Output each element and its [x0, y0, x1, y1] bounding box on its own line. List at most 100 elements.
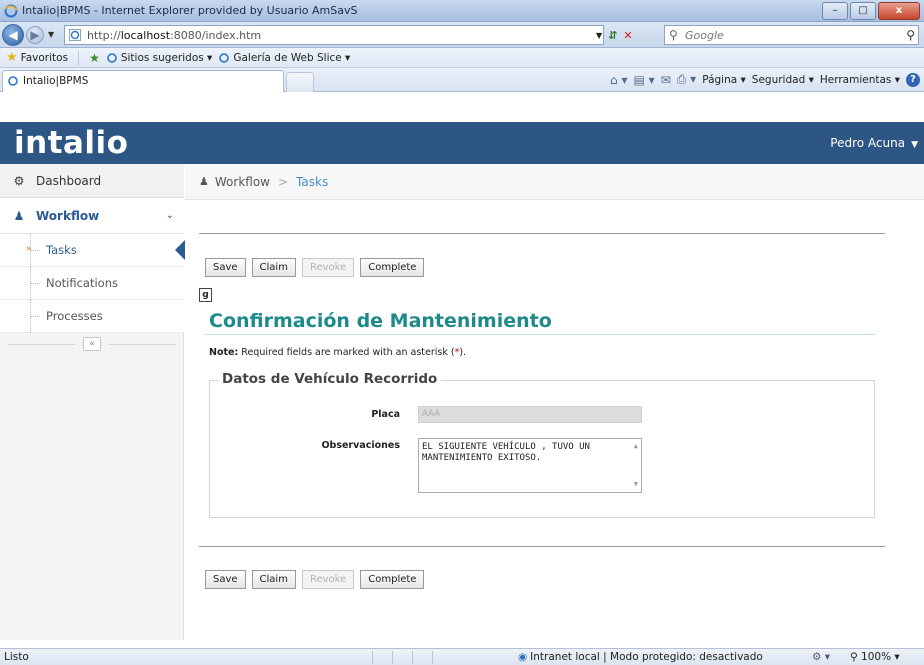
scroll-up-icon[interactable]: ▲	[634, 441, 638, 452]
tab-bar: Intalio|BPMS ⌂ ▾ ▤ ▾ ✉ ⎙ ▾ Página ▾ Segu…	[0, 68, 924, 92]
tab-label: Intalio|BPMS	[23, 75, 89, 87]
observaciones-textarea[interactable]: EL SIGUIENTE VEHÍCULO , TUVO UN MANTENIM…	[418, 438, 642, 493]
complete-button[interactable]: Complete	[360, 258, 425, 277]
feeds-icon[interactable]: ▤ ▾	[634, 73, 655, 87]
suggested-sites-link[interactable]: Sitios sugeridos ▾	[106, 51, 213, 64]
active-marker-icon: »	[26, 244, 32, 254]
user-menu[interactable]: Pedro Acuna ▼	[830, 122, 918, 166]
status-separator	[392, 651, 393, 664]
page-icon	[69, 29, 81, 41]
internet-explorer-icon	[4, 4, 18, 18]
tab-page-icon	[8, 76, 18, 86]
revoke-button-bottom[interactable]: Revoke	[301, 570, 355, 589]
top-action-buttons: Save Claim Revoke Complete	[205, 258, 425, 277]
url-controls: ▼ ⇵ ✕	[596, 25, 633, 45]
window-titlebar: Intalio|BPMS - Internet Explorer provide…	[0, 0, 924, 22]
search-input[interactable]: ⚲ Google ⚲	[664, 25, 919, 45]
claim-button[interactable]: Claim	[251, 258, 296, 277]
sidebar-item-label: Dashboard	[36, 173, 102, 188]
protected-mode-icon[interactable]: ⚙ ▾	[812, 651, 830, 663]
favorites-separator	[78, 50, 80, 65]
chevron-down-icon: ▼	[911, 140, 918, 150]
vehicle-fieldset: Datos de Vehículo Recorrido Placa AAA Ob…	[209, 371, 875, 518]
url-field[interactable]: http://localhost:8080/index.htm	[64, 25, 604, 45]
bottom-divider	[199, 546, 885, 547]
sidebar-item-workflow[interactable]: ♟ Workflow ⌄	[0, 198, 184, 234]
task-form-panel: Save Claim Revoke Complete g Confirmació…	[185, 200, 924, 640]
search-go-icon[interactable]: ⚲	[906, 28, 915, 42]
user-icon: ♟	[13, 208, 25, 223]
help-icon[interactable]: ?	[906, 72, 920, 87]
fieldset-legend: Datos de Vehículo Recorrido	[218, 371, 442, 387]
placa-field[interactable]: AAA	[418, 406, 642, 423]
breadcrumb-workflow[interactable]: Workflow	[215, 175, 270, 189]
collapse-sidebar-button[interactable]: «	[83, 337, 101, 351]
favorites-button[interactable]: ★ Favoritos	[6, 50, 68, 65]
globe-icon: ◉	[518, 651, 528, 663]
sidebar-item-tasks[interactable]: » Tasks	[0, 234, 185, 267]
observaciones-label: Observaciones	[321, 440, 400, 451]
url-dropdown-icon[interactable]: ▼	[596, 31, 602, 40]
title-underline	[205, 334, 875, 335]
user-name: Pedro Acuna	[830, 136, 906, 150]
sidebar-item-label: Tasks	[46, 243, 77, 257]
window-title: Intalio|BPMS - Internet Explorer provide…	[22, 4, 358, 17]
add-favorite-icon[interactable]: ★	[89, 51, 100, 65]
favorites-label: Favoritos	[20, 51, 69, 64]
suggested-sites-icon	[107, 52, 117, 63]
save-button-bottom[interactable]: Save	[205, 570, 246, 589]
sidebar-item-notifications[interactable]: Notifications	[0, 267, 184, 300]
form-title: Confirmación de Mantenimiento	[209, 310, 552, 332]
security-zone[interactable]: ◉ Intranet local | Modo protegido: desact…	[518, 651, 763, 663]
claim-button-bottom[interactable]: Claim	[251, 570, 296, 589]
sidebar-collapse-row: «	[0, 334, 184, 354]
sidebar-item-label: Workflow	[36, 208, 100, 223]
search-placeholder: Google	[685, 29, 724, 42]
minimize-button[interactable]: –	[822, 2, 848, 20]
status-separator	[412, 651, 413, 664]
stop-icon[interactable]: ✕	[623, 29, 632, 42]
scroll-down-icon[interactable]: ▼	[634, 479, 638, 490]
favorites-bar: ★ Favoritos ★ Sitios sugeridos ▾ Galería…	[0, 48, 924, 68]
sidebar-item-label: Notifications	[46, 276, 118, 290]
back-button[interactable]: ◀	[2, 24, 24, 46]
home-icon[interactable]: ⌂ ▾	[610, 73, 627, 87]
complete-button-bottom[interactable]: Complete	[360, 570, 425, 589]
save-button[interactable]: Save	[205, 258, 246, 277]
placa-label: Placa	[371, 409, 400, 420]
refresh-icon[interactable]: ⇵	[608, 29, 617, 42]
required-note: Note: Required fields are marked with an…	[209, 347, 467, 358]
star-icon: ★	[6, 50, 18, 65]
status-separator	[432, 651, 433, 664]
user-icon: ♟	[199, 175, 209, 188]
sidebar-item-processes[interactable]: Processes	[0, 300, 184, 333]
url-text: http://localhost:8080/index.htm	[87, 29, 262, 42]
maximize-button[interactable]: □	[850, 2, 876, 20]
breadcrumb: ♟ Workflow > Tasks	[185, 164, 924, 200]
print-icon[interactable]: ⎙ ▾	[677, 72, 696, 87]
security-menu[interactable]: Seguridad ▾	[752, 74, 814, 86]
note-label: Note:	[209, 347, 239, 358]
zoom-level: 100%	[861, 651, 892, 663]
forward-button[interactable]: ▶	[26, 26, 44, 44]
zoom-control[interactable]: ⚲ 100% ▾	[850, 651, 900, 663]
revoke-button[interactable]: Revoke	[301, 258, 355, 277]
sidebar-item-dashboard[interactable]: ⚙ Dashboard	[0, 164, 184, 198]
bottom-action-buttons: Save Claim Revoke Complete	[205, 570, 425, 589]
status-separator	[372, 651, 373, 664]
tab-intalio-bpms[interactable]: Intalio|BPMS	[2, 70, 284, 92]
tools-menu[interactable]: Herramientas ▾	[820, 74, 900, 86]
history-dropdown-icon[interactable]: ▼	[48, 30, 54, 39]
new-tab-button[interactable]	[286, 72, 314, 92]
status-text: Listo	[4, 651, 29, 663]
web-slice-gallery-link[interactable]: Galería de Web Slice ▾	[218, 52, 350, 64]
breadcrumb-tasks[interactable]: Tasks	[296, 175, 328, 189]
web-slice-gallery-label: Galería de Web Slice ▾	[233, 51, 351, 64]
mail-icon[interactable]: ✉	[661, 73, 671, 87]
close-button[interactable]: x	[878, 2, 920, 20]
status-bar: Listo ◉ Intranet local | Modo protegido: …	[0, 648, 924, 665]
chevron-down-icon: ⌄	[165, 210, 174, 221]
suggested-sites-label: Sitios sugeridos ▾	[120, 51, 213, 64]
page-menu[interactable]: Página ▾	[702, 74, 746, 86]
web-slice-icon	[219, 52, 230, 63]
